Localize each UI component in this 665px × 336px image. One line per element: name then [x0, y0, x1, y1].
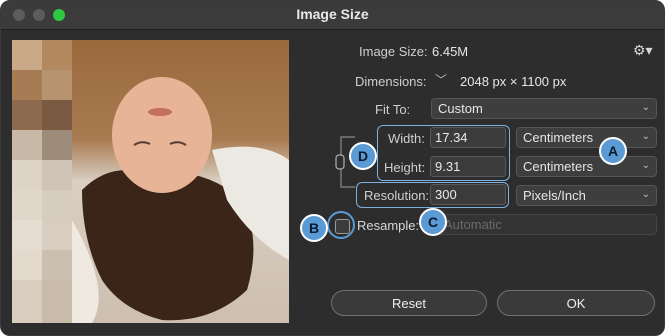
resample-method-select[interactable]: Automatic — [425, 214, 657, 235]
height-field[interactable]: 9.31 — [430, 156, 506, 177]
resolution-unit-value: Pixels/Inch — [523, 188, 586, 203]
resolution-label: Resolution: — [364, 188, 430, 203]
image-size-value: 6.45M — [432, 44, 469, 59]
image-preview[interactable] — [12, 40, 289, 323]
annotation-badge-a: A — [599, 137, 627, 165]
reset-button[interactable]: Reset — [331, 290, 487, 316]
dialog-title: Image Size — [296, 6, 369, 22]
chevron-down-icon[interactable]: ﹀ — [435, 71, 447, 88]
resample-checkbox[interactable] — [335, 219, 350, 234]
annotation-badge-d: D — [349, 142, 377, 170]
width-field[interactable]: 17.34 — [430, 127, 506, 148]
width-unit-value: Centimeters — [523, 130, 594, 145]
title-bar: Image Size — [1, 1, 664, 30]
image-size-label: Image Size: — [359, 44, 428, 59]
chevron-down-icon: ⌄ — [641, 189, 650, 200]
resolution-field[interactable]: 300 — [430, 184, 506, 205]
resample-method-value: Automatic — [444, 217, 502, 232]
height-label: Height: — [384, 160, 426, 175]
chevron-down-icon: ⌄ — [641, 102, 650, 113]
height-unit-value: Centimeters — [523, 159, 594, 174]
dimensions-label: Dimensions: — [355, 74, 427, 89]
width-label: Width: — [388, 131, 425, 146]
ok-button[interactable]: OK — [497, 290, 655, 316]
fit-to-select[interactable]: Custom ⌄ — [431, 98, 657, 119]
dimensions-value: 2048 px × 1100 px — [460, 74, 567, 89]
width-unit-select[interactable]: Centimeters ⌄ — [516, 127, 657, 148]
resample-label: Resample: — [357, 218, 420, 233]
height-unit-select[interactable]: Centimeters ⌄ — [516, 156, 657, 177]
chevron-down-icon: ⌄ — [641, 160, 650, 171]
fit-to-value: Custom — [438, 101, 483, 116]
resolution-unit-select[interactable]: Pixels/Inch ⌄ — [516, 185, 657, 206]
gear-icon[interactable]: ⚙▾ — [633, 42, 653, 59]
chevron-down-icon: ⌄ — [641, 131, 650, 142]
annotation-badge-b: B — [300, 214, 328, 242]
fit-to-label: Fit To: — [375, 102, 411, 117]
dialog-body: Image Size: 6.45M ⚙▾ Dimensions: ﹀ 2048 … — [1, 30, 664, 335]
image-size-dialog: Image Size Image Size: 6.45M ⚙▾ Dimensio… — [0, 0, 665, 336]
annotation-badge-c: C — [419, 208, 447, 236]
